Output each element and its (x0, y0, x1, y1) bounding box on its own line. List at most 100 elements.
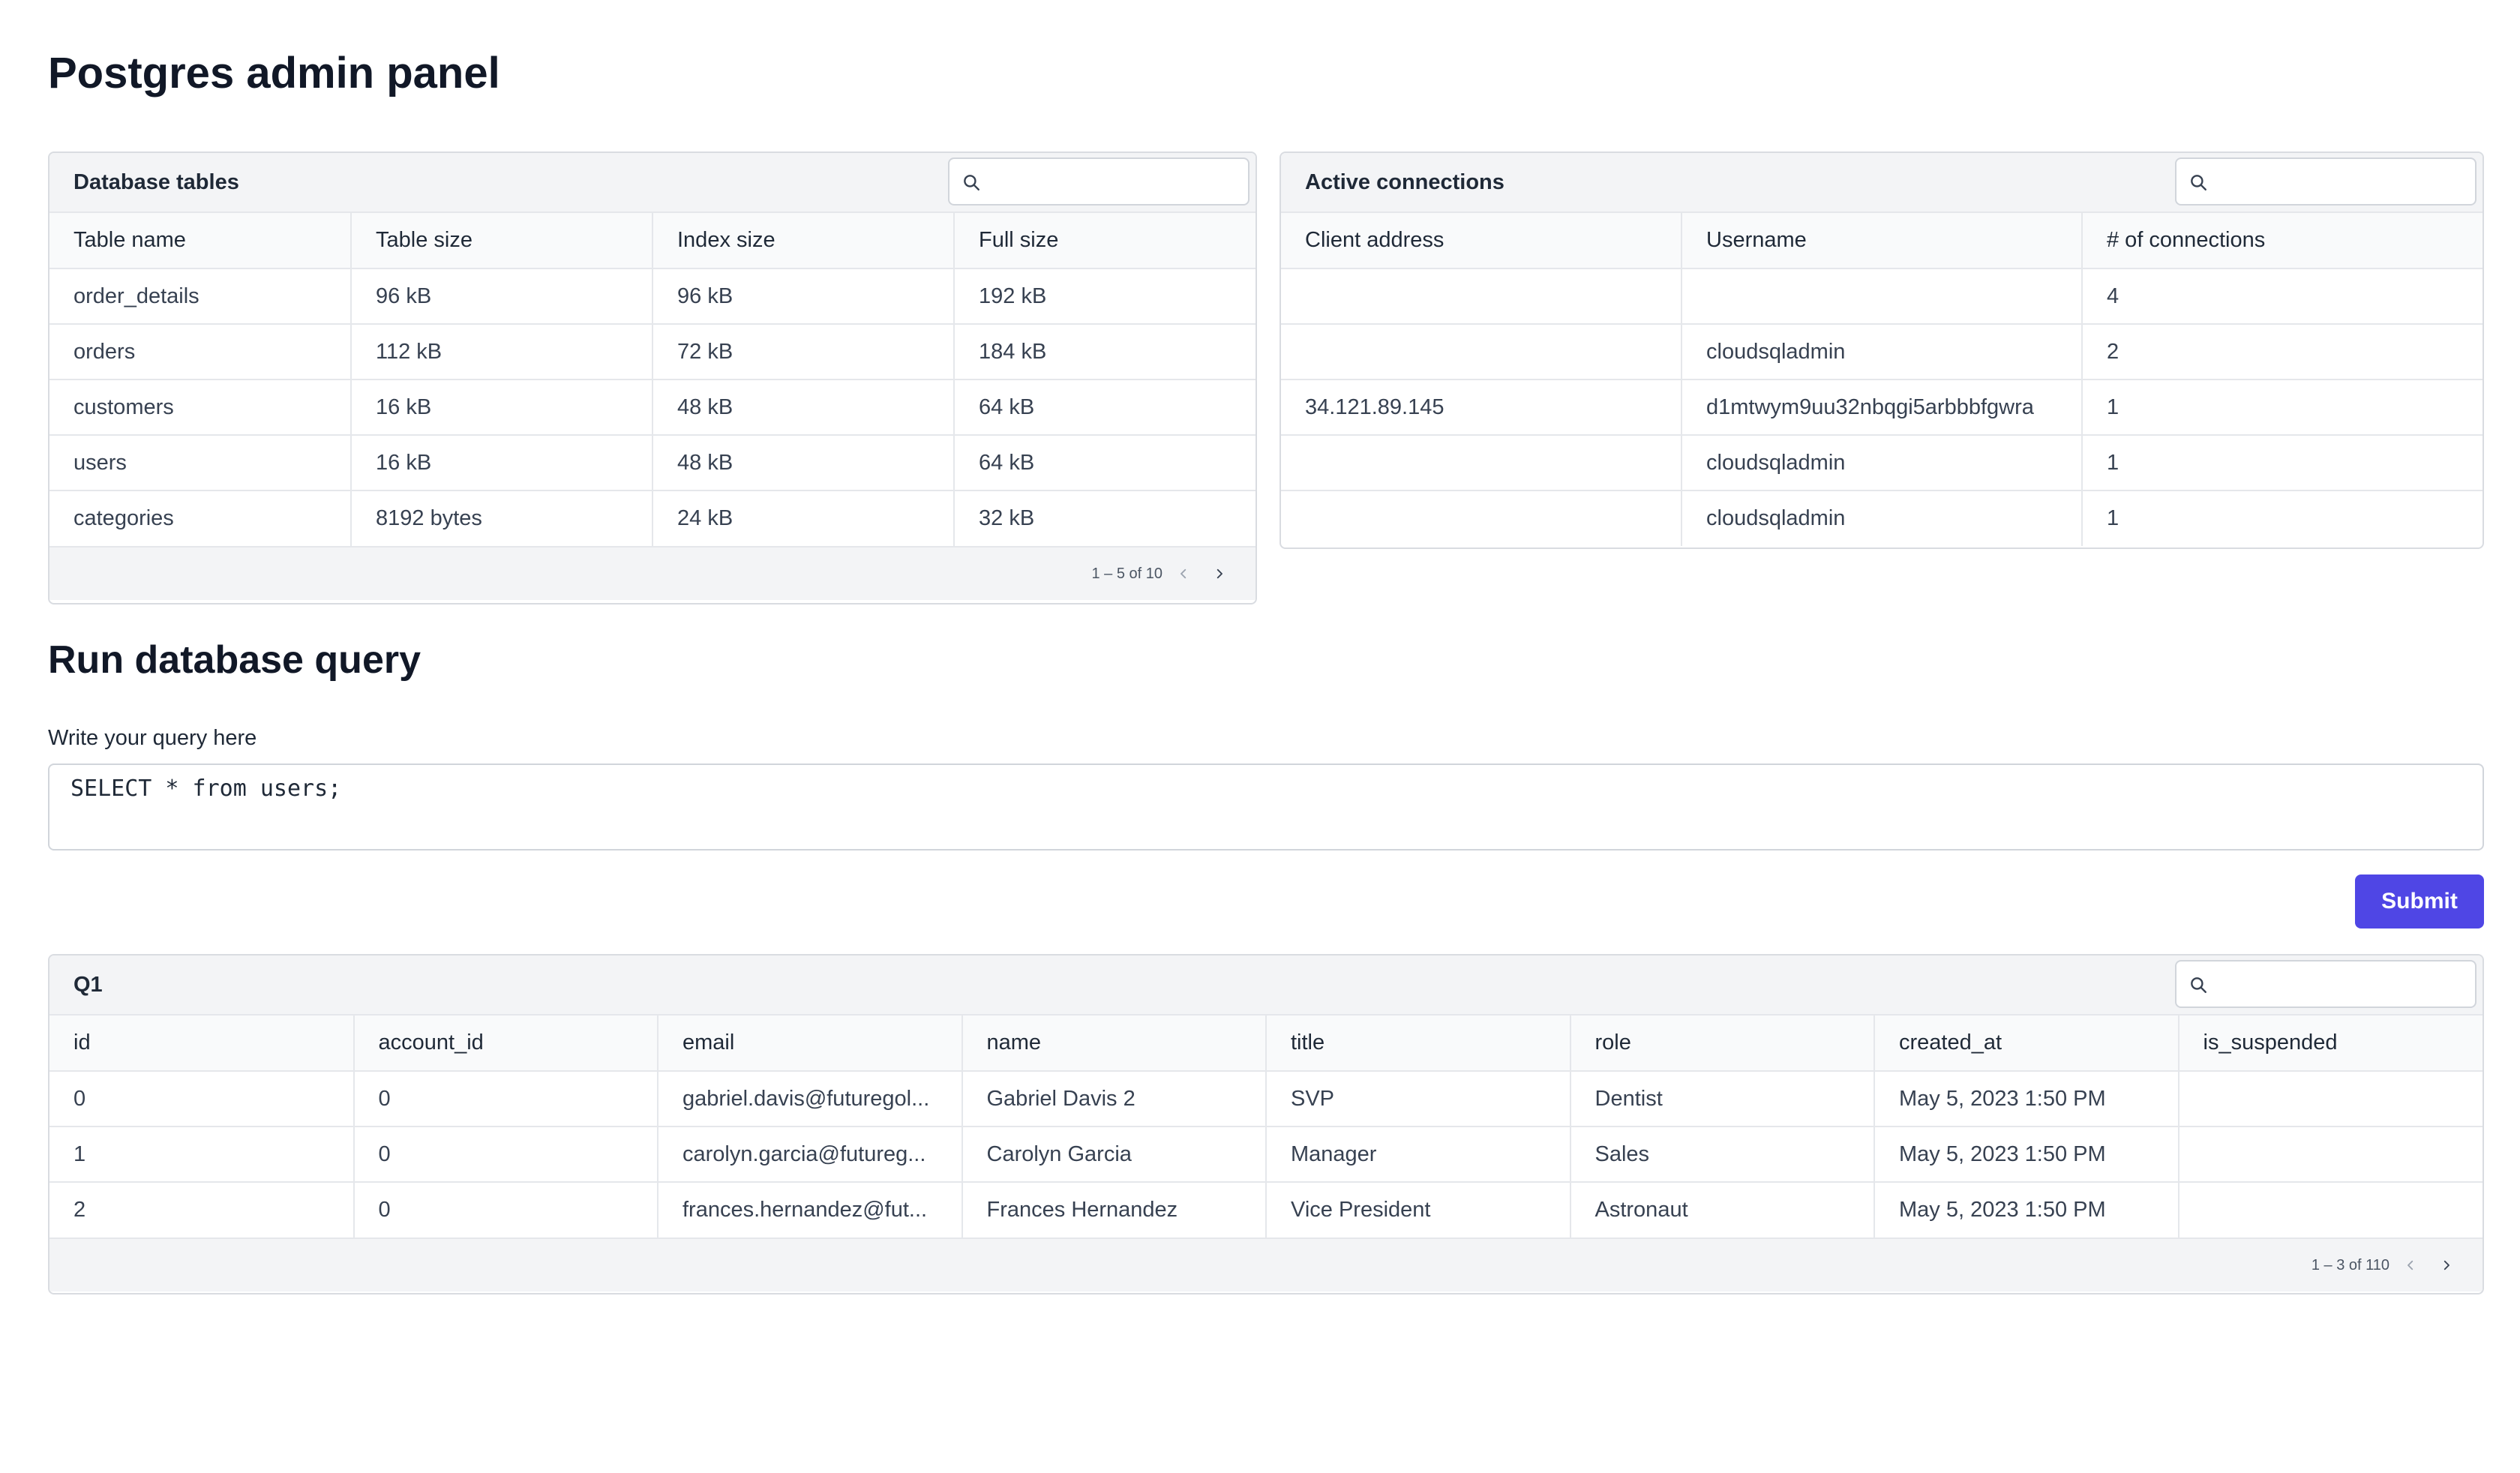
column-header[interactable]: account_id (352, 1016, 658, 1072)
table-header-row: id account_id email name title role created_at… (50, 1016, 2482, 1072)
table-cell (2177, 1182, 2482, 1238)
table-cell: cloudsqladmin (1681, 490, 2082, 546)
table-cell: Vice President (1265, 1182, 1570, 1238)
table-row[interactable]: categories 8192 bytes 24 kB 32 kB (50, 490, 1256, 546)
table-cell: categories (74, 506, 174, 530)
column-header[interactable]: Table size (350, 213, 652, 269)
column-header[interactable]: role (1569, 1016, 1874, 1072)
table-cell: cloudsqladmin (1681, 435, 2082, 491)
results-table: id account_id email name title role created_at… (50, 1016, 2482, 1238)
table-row[interactable]: 2 0 frances.hernandez@fut... Frances Hernan… (50, 1182, 2482, 1238)
table-cell (1281, 268, 1682, 325)
table-row[interactable]: cloudsqladmin 2 (1281, 324, 2482, 380)
table-cell (1681, 268, 2082, 325)
column-header[interactable]: name (961, 1016, 1266, 1072)
database-tables-panel: Database tables Table name Table size Inde… (48, 152, 1257, 604)
table-row[interactable]: 34.121.89.145 d1mtwym9uu32nbqgi5arbbbfgwr… (1281, 380, 2482, 436)
search-input[interactable] (992, 165, 1234, 200)
table-cell: 48 kB (652, 435, 954, 491)
table-cell: carolyn.garcia@futureg... (657, 1126, 962, 1183)
table-header-row: Client address Username # of connections (1281, 213, 2482, 269)
search-box[interactable] (2175, 960, 2476, 1008)
table-cell (1281, 490, 1682, 546)
tables-table: Table name Table size Index size Full size … (50, 213, 1256, 546)
panel-header: Q1 (50, 956, 2482, 1016)
table-row[interactable]: cloudsqladmin 1 (1281, 490, 2482, 546)
query-label: Write your query here (48, 726, 257, 750)
table-cell (1281, 324, 1682, 380)
table-cell: 16 kB (350, 435, 652, 491)
column-header[interactable]: Client address (1281, 213, 1682, 269)
table-cell: frances.hernandez@fut... (657, 1182, 962, 1238)
table-cell (2177, 1071, 2482, 1127)
prev-page-button[interactable] (1168, 559, 1198, 589)
column-header[interactable]: Table name (50, 213, 351, 269)
table-row[interactable]: 0 0 gabriel.davis@futuregol... Gabriel Davi… (50, 1071, 2482, 1127)
table-cell: May 5, 2023 1:50 PM (1874, 1071, 2179, 1127)
table-cell: Frances Hernandez (961, 1182, 1266, 1238)
chevron-right-icon (2444, 1260, 2450, 1270)
column-header[interactable]: title (1265, 1016, 1570, 1072)
search-box[interactable] (948, 158, 1250, 206)
table-row[interactable]: users 16 kB 48 kB 64 kB (50, 435, 1256, 491)
table-cell: Sales (1569, 1126, 1874, 1183)
table-cell: 0 (50, 1071, 354, 1127)
search-input[interactable] (2218, 165, 2462, 200)
table-cell: Dentist (1569, 1071, 1874, 1127)
column-header[interactable]: # of connections (2081, 213, 2482, 269)
prev-page-button[interactable] (2396, 1250, 2426, 1280)
section-title: Run database query (48, 638, 422, 682)
table-row[interactable]: orders 112 kB 72 kB 184 kB (50, 324, 1256, 380)
table-cell: Astronaut (1569, 1182, 1874, 1238)
table-cell: 24 kB (652, 490, 954, 546)
table-cell: 34.121.89.145 (1281, 380, 1682, 436)
panel-header: Database tables (50, 153, 1256, 213)
table-cell: 64 kB (953, 435, 1256, 491)
table-row[interactable]: cloudsqladmin 1 (1281, 435, 2482, 491)
submit-button[interactable]: Submit (2355, 874, 2484, 928)
table-cell: order_details (50, 268, 351, 325)
table-row[interactable]: 4 (1281, 268, 2482, 325)
active-connections-panel: Active connections Client address Usernam… (1280, 152, 2484, 549)
table-cell: 1 (50, 1126, 354, 1183)
table-cell: 0 (352, 1182, 658, 1238)
column-header[interactable]: email (657, 1016, 962, 1072)
table-cell (1281, 435, 1682, 491)
column-header[interactable]: id (50, 1016, 354, 1072)
search-input[interactable] (2218, 968, 2462, 1002)
table-cell: gabriel.davis@futuregol... (657, 1071, 962, 1127)
table-row[interactable]: 1 0 carolyn.garcia@futureg... Carolyn Garci… (50, 1126, 2482, 1183)
panel-footer: 1 – 3 of 110 (50, 1238, 2482, 1292)
search-box[interactable] (2175, 158, 2476, 206)
column-header[interactable]: created_at (1874, 1016, 2179, 1072)
panel-title: Database tables (74, 170, 239, 194)
table-cell: 1 (2081, 490, 2482, 546)
table-cell: 16 kB (350, 380, 652, 436)
table-row[interactable]: order_details 96 kB 96 kB 192 kB (50, 268, 1256, 325)
next-page-button[interactable] (1204, 559, 1234, 589)
query-results-panel: Q1 id account_id email name title role created… (48, 954, 2484, 1294)
table-cell: 72 kB (652, 324, 954, 380)
column-header[interactable]: Full size (953, 213, 1256, 269)
table-cell: d1mtwym9uu32nbqgi5arbbbfgwra (1681, 380, 2082, 436)
table-body: order_details 96 kB 96 kB 192 kB orders 112 k… (50, 268, 1256, 546)
table-cell: 8192 bytes (350, 490, 652, 546)
table-cell (2177, 1126, 2482, 1183)
column-header[interactable]: is_suspended (2177, 1016, 2482, 1072)
search-icon (964, 175, 980, 190)
column-header[interactable]: Username (1681, 213, 2082, 269)
table-header-row: Table name Table size Index size Full size (50, 213, 1256, 269)
pagination-label: 1 – 3 of 110 (2311, 1256, 2390, 1274)
table-cell: 112 kB (350, 324, 652, 380)
table-body: 0 0 gabriel.davis@futuregol... Gabriel Davi… (50, 1071, 2482, 1238)
column-header[interactable]: Index size (652, 213, 954, 269)
panel-title: Active connections (1305, 170, 1504, 194)
chevron-right-icon (1216, 568, 1222, 579)
table-cell: orders (50, 324, 351, 380)
panel-footer: 1 – 5 of 10 (50, 546, 1256, 600)
query-textarea[interactable]: SELECT * from users; (48, 764, 2484, 850)
table-cell: 96 kB (350, 268, 652, 325)
table-row[interactable]: customers 16 kB 48 kB 64 kB (50, 380, 1256, 436)
next-page-button[interactable] (2432, 1250, 2462, 1280)
search-icon (2191, 977, 2206, 993)
